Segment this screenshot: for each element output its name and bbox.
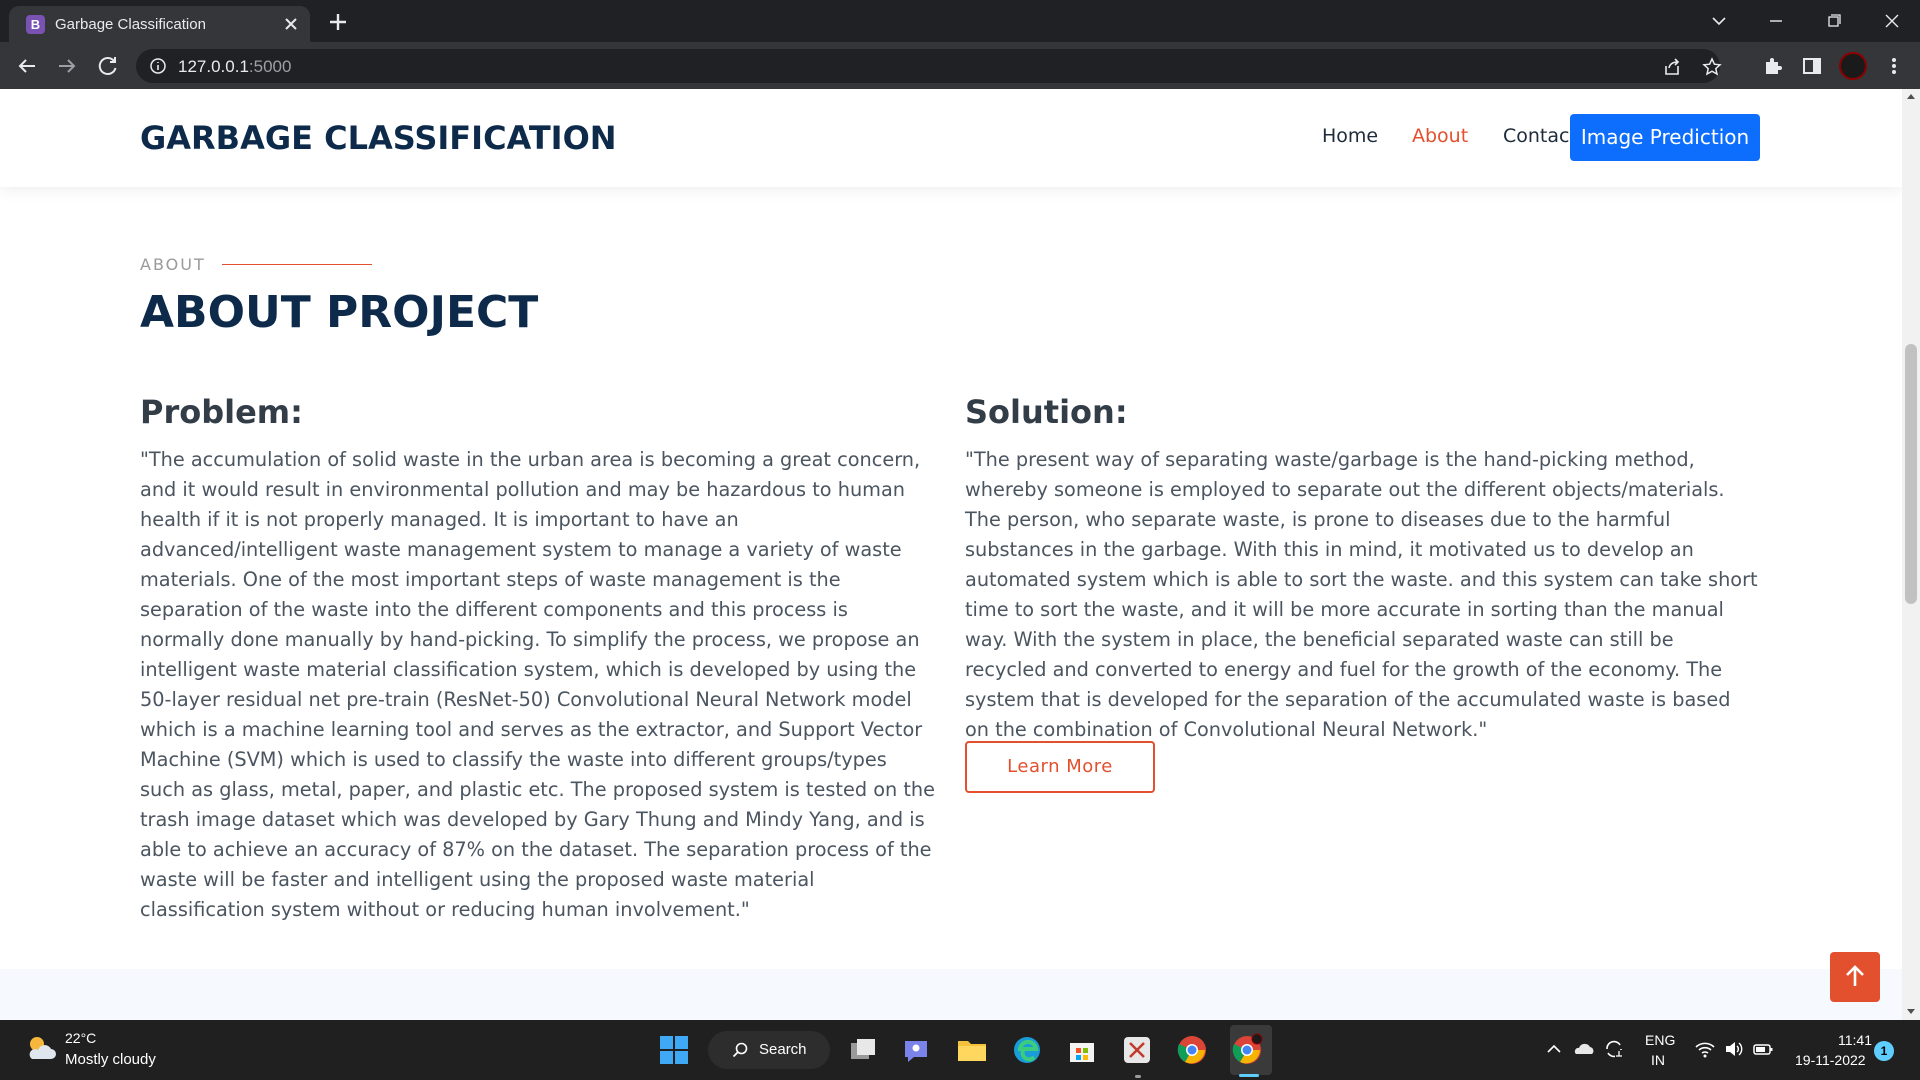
tab-favicon: B bbox=[26, 15, 45, 34]
url-host: 127.0.0.1 bbox=[178, 57, 249, 76]
solution-heading: Solution: bbox=[965, 393, 1128, 431]
clock-date[interactable]: 19-11-2022 bbox=[1795, 1052, 1866, 1068]
scroll-down-arrow-icon[interactable] bbox=[1907, 1009, 1915, 1014]
section-divider bbox=[222, 264, 372, 265]
running-indicator bbox=[1135, 1075, 1141, 1078]
back-arrow-icon[interactable] bbox=[13, 52, 41, 80]
notification-badge[interactable]: 1 bbox=[1874, 1041, 1894, 1061]
region-indicator[interactable]: IN bbox=[1651, 1052, 1665, 1068]
chevron-up-icon[interactable] bbox=[1543, 1038, 1565, 1060]
language-indicator[interactable]: ENG bbox=[1645, 1032, 1675, 1048]
os-taskbar: 22°C Mostly cloudy Search ENG IN 11:41 1… bbox=[0, 1020, 1920, 1080]
task-view-icon[interactable] bbox=[846, 1033, 880, 1067]
image-prediction-button[interactable]: Image Prediction bbox=[1570, 114, 1760, 161]
extensions-puzzle-icon[interactable] bbox=[1761, 54, 1785, 78]
windows-start-icon[interactable] bbox=[657, 1033, 691, 1067]
teams-chat-icon[interactable] bbox=[900, 1033, 934, 1067]
microsoft-store-icon[interactable] bbox=[1065, 1033, 1099, 1067]
active-indicator bbox=[1239, 1074, 1259, 1077]
onedrive-cloud-icon[interactable] bbox=[1573, 1038, 1595, 1060]
scroll-up-arrow-icon[interactable] bbox=[1907, 94, 1915, 99]
browser-tab[interactable]: B Garbage Classification bbox=[9, 6, 310, 42]
chrome-icon[interactable] bbox=[1175, 1033, 1209, 1067]
address-bar[interactable]: 127.0.0.1:5000 bbox=[136, 49, 1723, 83]
window-close-icon[interactable] bbox=[1879, 8, 1905, 34]
page-title: ABOUT PROJECT bbox=[140, 287, 539, 338]
page-scrollbar[interactable] bbox=[1902, 89, 1920, 1020]
chrome-profile-icon[interactable] bbox=[1230, 1033, 1264, 1067]
tab-search-chevron-icon[interactable] bbox=[1706, 8, 1732, 34]
problem-heading: Problem: bbox=[140, 393, 303, 431]
page-viewport: GARBAGE CLASSIFICATION Home About Contac… bbox=[0, 89, 1902, 1020]
edge-icon[interactable] bbox=[1010, 1033, 1044, 1067]
wifi-icon[interactable] bbox=[1694, 1038, 1716, 1060]
site-info-icon[interactable] bbox=[149, 57, 167, 75]
profile-avatar[interactable] bbox=[1839, 52, 1867, 80]
weather-cloud-icon[interactable] bbox=[24, 1032, 58, 1066]
learn-more-button[interactable]: Learn More bbox=[965, 741, 1155, 793]
browser-tabstrip: B Garbage Classification bbox=[0, 0, 1920, 42]
site-logo[interactable]: GARBAGE CLASSIFICATION bbox=[140, 119, 617, 157]
nav-contact[interactable]: Contact bbox=[1503, 125, 1577, 147]
weather-temperature[interactable]: 22°C bbox=[65, 1030, 96, 1046]
restore-icon[interactable] bbox=[1821, 8, 1847, 34]
url-text: 127.0.0.1:5000 bbox=[178, 57, 291, 77]
reload-icon[interactable] bbox=[94, 52, 122, 80]
tab-title: Garbage Classification bbox=[55, 16, 206, 33]
sync-icon[interactable] bbox=[1603, 1038, 1625, 1060]
file-explorer-icon[interactable] bbox=[955, 1033, 989, 1067]
battery-icon[interactable] bbox=[1752, 1038, 1774, 1060]
solution-text: "The present way of separating waste/gar… bbox=[965, 448, 1758, 741]
back-to-top-button[interactable] bbox=[1830, 952, 1880, 1002]
nav-home[interactable]: Home bbox=[1322, 125, 1378, 147]
browser-toolbar: 127.0.0.1:5000 bbox=[0, 42, 1920, 89]
kebab-menu-icon[interactable] bbox=[1882, 54, 1906, 78]
side-panel-icon[interactable] bbox=[1800, 54, 1824, 78]
next-section-background bbox=[0, 969, 1902, 1020]
share-icon[interactable] bbox=[1661, 56, 1683, 78]
site-header: GARBAGE CLASSIFICATION Home About Contac… bbox=[0, 89, 1902, 187]
arrow-up-icon bbox=[1846, 965, 1864, 986]
bookmark-star-icon[interactable] bbox=[1701, 56, 1723, 78]
volume-icon[interactable] bbox=[1723, 1038, 1745, 1060]
nav-about[interactable]: About bbox=[1412, 125, 1468, 147]
forward-arrow-icon[interactable] bbox=[53, 52, 81, 80]
section-label: ABOUT bbox=[140, 255, 206, 274]
scrollbar-thumb[interactable] bbox=[1905, 344, 1917, 604]
minimize-icon[interactable] bbox=[1763, 8, 1789, 34]
taskbar-search[interactable]: Search bbox=[708, 1031, 830, 1069]
search-label: Search bbox=[759, 1041, 807, 1058]
search-icon bbox=[732, 1042, 748, 1058]
close-icon[interactable] bbox=[279, 12, 303, 36]
clock-time[interactable]: 11:41 bbox=[1838, 1032, 1872, 1048]
new-tab-plus-icon[interactable] bbox=[325, 9, 351, 35]
snipping-tool-icon[interactable] bbox=[1120, 1033, 1154, 1067]
weather-description[interactable]: Mostly cloudy bbox=[65, 1051, 156, 1068]
url-port: :5000 bbox=[248, 57, 292, 76]
problem-text: "The accumulation of solid waste in the … bbox=[140, 448, 935, 921]
